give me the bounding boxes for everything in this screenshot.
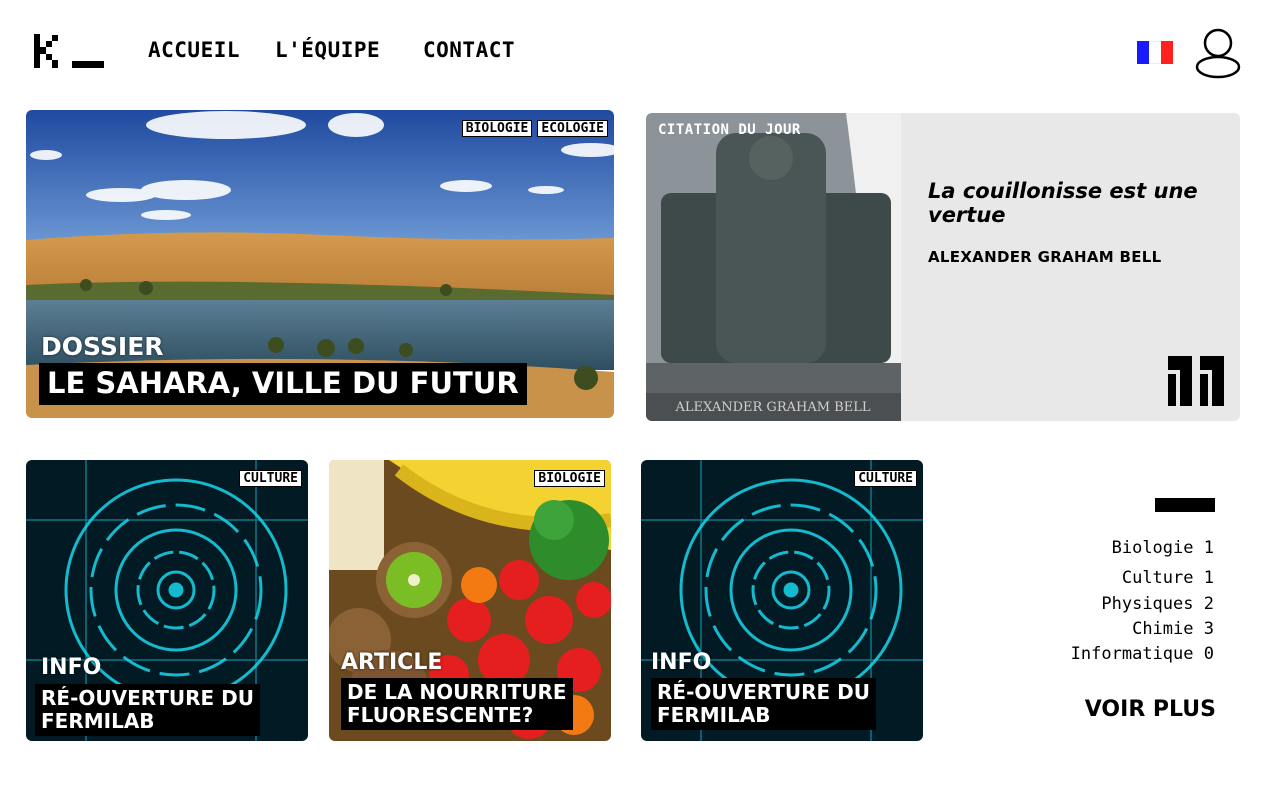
card-type-label: INFO	[651, 650, 712, 675]
site-logo[interactable]	[34, 34, 106, 68]
category-informatique[interactable]: Informatique 0	[1071, 644, 1214, 664]
tag-biologie[interactable]: BIOLOGIE	[461, 120, 533, 137]
article-card-fermilab[interactable]: CULTURE INFO RÉ-OUVERTURE DU FERMILAB	[26, 460, 308, 741]
voir-plus-link[interactable]: VOIR PLUS	[1085, 697, 1216, 722]
quote-text: La couillonisse est une vertue	[928, 179, 1198, 227]
tag-ecologie[interactable]: ECOLOGIE	[537, 120, 608, 137]
card-type-label: DOSSIER	[41, 332, 164, 361]
article-card-nourriture[interactable]: BIOLOGIE ARTICLE DE LA NOURRITURE FLUORE…	[329, 460, 611, 741]
featured-dossier-card[interactable]: BIOLOGIE ECOLOGIE DOSSIER LE SAHARA, VIL…	[26, 110, 614, 418]
card-title[interactable]: DE LA NOURRITURE FLUORESCENTE?	[341, 678, 573, 730]
card-title-line-2: FERMILAB	[657, 703, 771, 727]
card-title[interactable]: RÉ-OUVERTURE DU FERMILAB	[651, 678, 876, 730]
card-type-label: INFO	[41, 655, 102, 680]
french-flag-icon[interactable]	[1137, 41, 1173, 64]
category-chimie[interactable]: Chimie 3	[1132, 619, 1214, 639]
tag-culture[interactable]: CULTURE	[854, 470, 917, 487]
tag-biologie[interactable]: BIOLOGIE	[534, 470, 605, 487]
user-account-icon[interactable]	[1195, 27, 1241, 79]
card-title-line-1: RÉ-OUVERTURE DU	[657, 680, 870, 704]
card-title-line-1: RÉ-OUVERTURE DU	[41, 686, 254, 710]
nav-contact[interactable]: CONTACT	[423, 38, 515, 62]
article-card-fermilab[interactable]: CULTURE INFO RÉ-OUVERTURE DU FERMILAB	[641, 460, 923, 741]
quote-author: ALEXANDER GRAHAM BELL	[928, 248, 1162, 266]
category-physiques[interactable]: Physiques 2	[1101, 594, 1214, 614]
card-title-line-2: FLUORESCENTE?	[347, 703, 534, 727]
category-section-bar	[1155, 498, 1215, 512]
quote-label: CITATION DU JOUR	[658, 122, 801, 138]
category-culture[interactable]: Culture 1	[1122, 568, 1214, 588]
card-type-label: ARTICLE	[341, 650, 443, 675]
quote-mark-icon	[1168, 356, 1224, 406]
nav-accueil[interactable]: ACCUEIL	[148, 38, 240, 62]
card-title[interactable]: RÉ-OUVERTURE DU FERMILAB	[35, 684, 260, 736]
category-biologie[interactable]: Biologie 1	[1112, 538, 1214, 558]
featured-title[interactable]: LE SAHARA, VILLE DU FUTUR	[39, 363, 527, 405]
tag-culture[interactable]: CULTURE	[239, 470, 302, 487]
card-title-line-2: FERMILAB	[41, 709, 155, 733]
card-title-line-1: DE LA NOURRITURE	[347, 680, 567, 704]
statue-image: ALEXANDER GRAHAM BELL CITATION DU JOUR	[646, 113, 901, 421]
quote-of-the-day-card: ALEXANDER GRAHAM BELL CITATION DU JOUR L…	[646, 113, 1240, 421]
nav-equipe[interactable]: L'ÉQUIPE	[275, 38, 380, 62]
statue-inscription: ALEXANDER GRAHAM BELL	[675, 400, 871, 415]
